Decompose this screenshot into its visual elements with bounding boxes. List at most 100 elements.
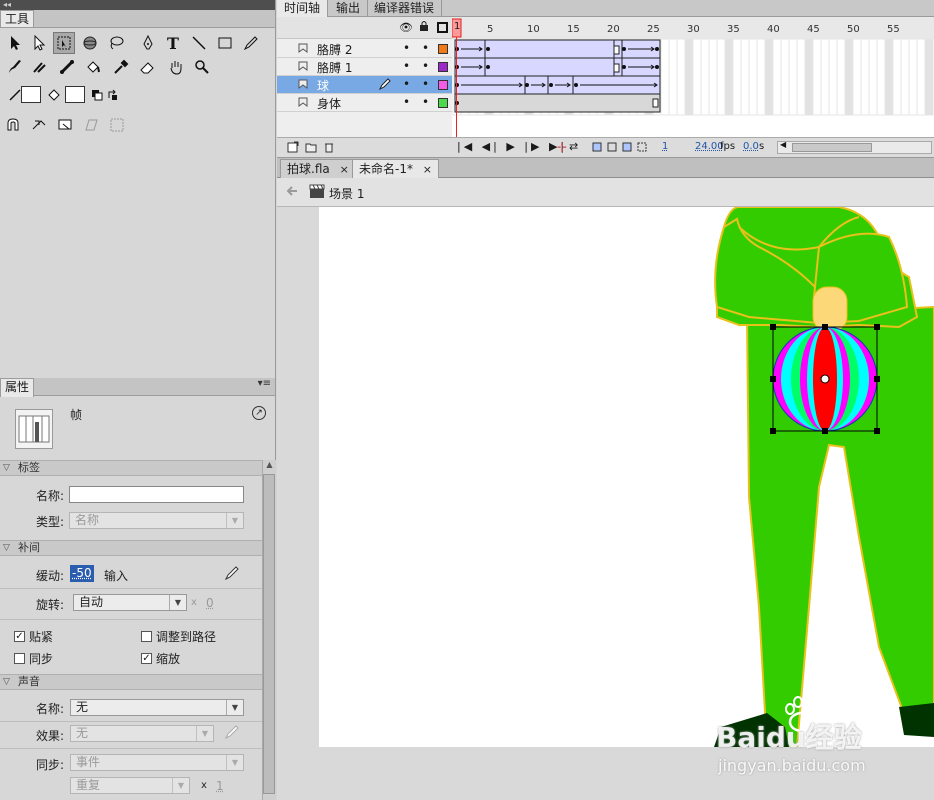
orient-to-path-checkbox[interactable] bbox=[141, 631, 152, 642]
layer-visible-dot[interactable]: • bbox=[403, 95, 410, 109]
hscroll-thumb[interactable] bbox=[792, 143, 872, 152]
snap-magnet-icon[interactable] bbox=[2, 114, 24, 136]
3d-rotation-icon[interactable] bbox=[79, 32, 101, 54]
sound-repeat-count[interactable]: 1 bbox=[216, 779, 224, 793]
layer-visible-dot[interactable]: • bbox=[403, 59, 410, 73]
timeline-hscroll[interactable]: ◀ bbox=[777, 140, 932, 154]
scene-name[interactable]: 场景 1 bbox=[329, 185, 364, 202]
layer-name[interactable]: 胳膊 2 bbox=[317, 41, 352, 58]
layer-outline-color[interactable] bbox=[438, 80, 448, 90]
pen-icon[interactable] bbox=[137, 32, 159, 54]
character-drawing[interactable] bbox=[319, 207, 934, 747]
layer-visible-dot[interactable]: • bbox=[403, 77, 410, 91]
scroll-up-icon[interactable]: ▲ bbox=[263, 460, 276, 473]
paint-bucket-icon[interactable] bbox=[82, 56, 104, 78]
tab-compiler-errors[interactable]: 编译器错误 bbox=[367, 0, 443, 17]
fill-color-icon[interactable] bbox=[43, 84, 65, 106]
playhead-frame[interactable]: 1 bbox=[454, 21, 460, 32]
playback-controls-icon[interactable]: |◀ ◀| ▶ |▶ ▶| bbox=[457, 140, 567, 153]
sound-effect-dropdown[interactable]: 无 bbox=[70, 725, 214, 742]
layer-row[interactable]: 身体 • • bbox=[277, 94, 452, 112]
layer-name[interactable]: 球 bbox=[317, 77, 329, 94]
delete-layer-icon[interactable] bbox=[323, 141, 335, 156]
back-arrow-icon[interactable] bbox=[285, 184, 299, 201]
edit-sound-pencil-icon[interactable] bbox=[224, 724, 240, 743]
sound-sync-dropdown[interactable]: 事件 bbox=[70, 754, 244, 771]
lock-icon[interactable] bbox=[419, 20, 429, 35]
rotate-dropdown[interactable]: 自动 bbox=[73, 594, 187, 611]
outline-icon[interactable] bbox=[437, 22, 448, 33]
ease-value[interactable]: -50 bbox=[70, 565, 94, 582]
section-tween[interactable]: 补间 bbox=[0, 540, 262, 556]
new-folder-icon[interactable] bbox=[305, 141, 317, 156]
line-icon[interactable] bbox=[188, 32, 210, 54]
tab-output[interactable]: 输出 bbox=[329, 0, 369, 17]
free-transform-icon[interactable] bbox=[53, 32, 75, 54]
close-tab-icon[interactable]: × bbox=[340, 163, 349, 176]
onion-skin-icon[interactable] bbox=[592, 141, 652, 156]
current-frame[interactable]: 1 bbox=[662, 141, 668, 152]
smooth-icon[interactable] bbox=[28, 114, 50, 136]
scale-checkbox[interactable]: ✓ bbox=[141, 653, 152, 664]
deco-icon[interactable] bbox=[28, 56, 50, 78]
selection-arrow-icon[interactable] bbox=[4, 32, 26, 54]
rotate-skew-icon[interactable] bbox=[80, 114, 102, 136]
frame-grid[interactable]: 5 10 15 20 25 30 35 40 45 50 55 1 bbox=[452, 17, 934, 137]
swap-colors-icon[interactable] bbox=[102, 84, 124, 106]
layer-name[interactable]: 身体 bbox=[317, 95, 341, 112]
time-value[interactable]: 0.0 bbox=[743, 141, 759, 152]
tools-panel-title[interactable]: 工具 bbox=[0, 10, 34, 27]
layer-lock-dot[interactable]: • bbox=[422, 41, 429, 55]
tab-timeline[interactable]: 时间轴 bbox=[277, 0, 329, 17]
layer-lock-dot[interactable]: • bbox=[422, 95, 429, 109]
subselection-arrow-icon[interactable] bbox=[28, 32, 50, 54]
edit-ease-pencil-icon[interactable] bbox=[224, 565, 240, 584]
loop-icon[interactable]: ⇄ bbox=[569, 140, 578, 153]
panel-collapse-handle[interactable]: ◂◂ bbox=[0, 0, 275, 10]
layer-name[interactable]: 胳膊 1 bbox=[317, 59, 352, 76]
layer-outline-color[interactable] bbox=[438, 98, 448, 108]
properties-title[interactable]: 属性 bbox=[0, 378, 34, 397]
properties-scrollbar[interactable]: ▲ bbox=[262, 460, 276, 800]
section-sound[interactable]: 声音 bbox=[0, 674, 262, 690]
layer-row-selected[interactable]: 球 • • bbox=[277, 76, 452, 94]
stroke-color-swatch[interactable] bbox=[21, 86, 41, 103]
snap-checkbox[interactable]: ✓ bbox=[14, 631, 25, 642]
stage-canvas[interactable] bbox=[319, 207, 934, 747]
layer-lock-dot[interactable]: • bbox=[422, 77, 429, 91]
layer-outline-color[interactable] bbox=[438, 44, 448, 54]
hand-icon[interactable] bbox=[165, 56, 187, 78]
onion-marker-icon[interactable]: ⊹ bbox=[557, 140, 567, 154]
label-name-input[interactable] bbox=[69, 486, 244, 503]
fill-color-swatch[interactable] bbox=[65, 86, 85, 103]
straighten-icon[interactable] bbox=[54, 114, 76, 136]
panel-menu-icon[interactable]: ▾≡ bbox=[258, 378, 271, 389]
rotate-times-value[interactable]: 0 bbox=[206, 596, 214, 610]
layer-lock-dot[interactable]: • bbox=[422, 59, 429, 73]
layer-visible-dot[interactable]: • bbox=[403, 41, 410, 55]
scroll-left-icon[interactable]: ◀ bbox=[780, 140, 786, 149]
label-type-dropdown[interactable]: 名称 bbox=[69, 512, 244, 529]
brush-icon[interactable] bbox=[4, 56, 26, 78]
zoom-icon[interactable] bbox=[191, 56, 213, 78]
sound-repeat-dropdown[interactable]: 重复 bbox=[70, 777, 190, 794]
frame-grid-svg[interactable]: 5 10 15 20 25 30 35 40 45 50 55 bbox=[452, 17, 934, 137]
new-layer-icon[interactable] bbox=[287, 141, 299, 156]
eraser-icon[interactable] bbox=[136, 56, 158, 78]
distort-icon[interactable] bbox=[106, 114, 128, 136]
text-icon[interactable]: T bbox=[162, 32, 184, 54]
layer-row[interactable]: 胳膊 1 • • bbox=[277, 58, 452, 76]
section-label[interactable]: 标签 bbox=[0, 460, 262, 476]
eye-icon[interactable]: 👁 bbox=[399, 21, 413, 34]
help-arrow-icon[interactable]: ↗ bbox=[252, 406, 266, 420]
bone-icon[interactable] bbox=[56, 56, 78, 78]
layer-outline-color[interactable] bbox=[438, 62, 448, 72]
doc-tab-paiqiu[interactable]: 拍球.fla × bbox=[280, 159, 356, 178]
lasso-icon[interactable] bbox=[105, 32, 127, 54]
pencil-icon[interactable] bbox=[240, 32, 262, 54]
doc-tab-untitled[interactable]: 未命名-1* × bbox=[352, 159, 440, 178]
sync-checkbox[interactable] bbox=[14, 653, 25, 664]
close-tab-icon[interactable]: × bbox=[423, 163, 432, 176]
layer-row[interactable]: 胳膊 2 • • bbox=[277, 40, 452, 58]
eyedropper-icon[interactable] bbox=[110, 56, 132, 78]
